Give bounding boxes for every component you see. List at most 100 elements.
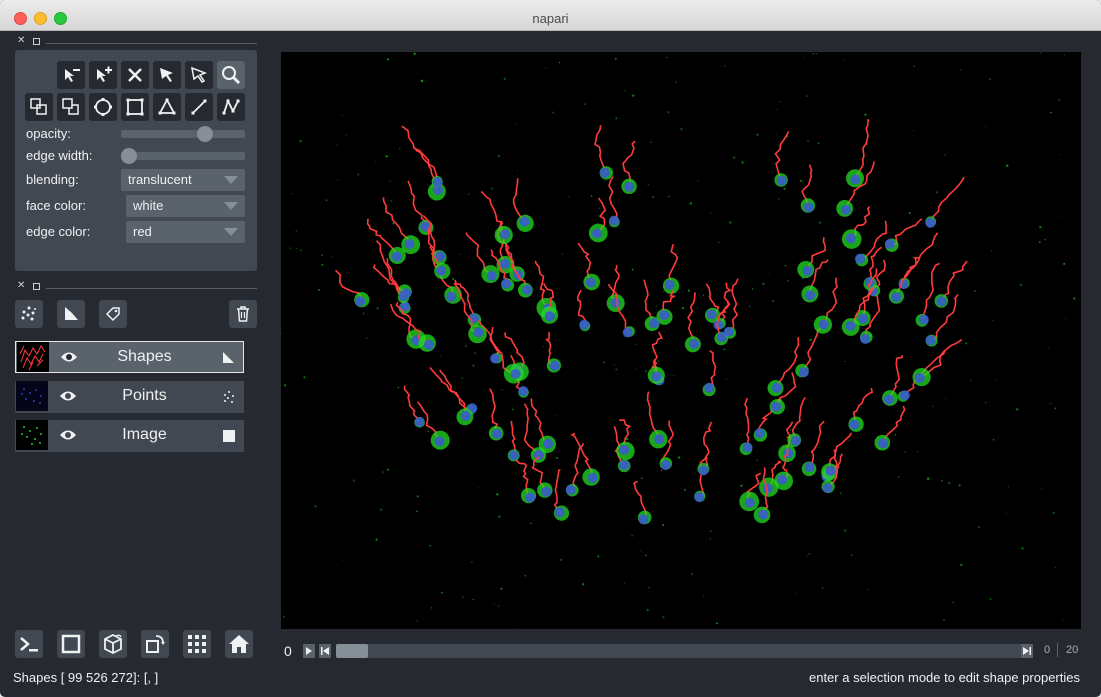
line-icon[interactable] <box>185 93 213 121</box>
point-marker <box>549 360 560 371</box>
ndisplay-button[interactable] <box>57 630 85 658</box>
remove-vertex-icon[interactable] <box>57 61 85 89</box>
console-button[interactable] <box>15 630 43 658</box>
point-marker <box>541 486 552 497</box>
point-marker <box>500 258 510 269</box>
background-speck <box>784 265 787 267</box>
visibility-eye-icon[interactable] <box>59 428 77 442</box>
dock-close-icon[interactable]: ✕ <box>17 35 25 46</box>
point-marker <box>659 310 670 321</box>
point-marker <box>723 326 734 337</box>
layer-name[interactable]: Shapes <box>86 348 203 366</box>
viewer-canvas[interactable] <box>281 52 1081 629</box>
point-marker <box>460 410 471 421</box>
dims-max-value: 20 <box>1066 644 1079 656</box>
direct-select-icon[interactable] <box>185 61 213 89</box>
edge-width-slider-handle[interactable] <box>121 148 137 164</box>
background-speck <box>303 376 306 379</box>
delete-layer-button[interactable] <box>229 300 257 328</box>
shape-path <box>594 125 608 174</box>
shape-path <box>729 278 739 334</box>
grid-view-button[interactable] <box>183 630 211 658</box>
edge-color-dropdown[interactable]: red <box>126 221 245 243</box>
point-marker <box>914 373 925 383</box>
point-marker <box>694 492 705 503</box>
dims-slider-handle[interactable] <box>336 644 368 658</box>
background-speck <box>803 55 806 58</box>
dims-slider-track[interactable] <box>336 644 1031 658</box>
path-icon[interactable] <box>217 93 245 121</box>
step-back-button[interactable] <box>319 644 331 658</box>
background-speck <box>644 370 648 373</box>
background-speck <box>472 598 475 601</box>
visibility-eye-icon[interactable] <box>59 389 77 403</box>
background-speck <box>427 430 429 433</box>
polygon-icon[interactable] <box>153 93 181 121</box>
background-speck <box>1005 513 1007 515</box>
background-speck <box>684 488 686 491</box>
move-front-icon[interactable] <box>57 93 85 121</box>
background-speck <box>1040 52 1042 54</box>
visibility-eye-icon[interactable] <box>60 350 78 364</box>
face-color-dropdown[interactable]: white <box>126 195 245 217</box>
background-speck <box>337 179 339 181</box>
blending-dropdown[interactable]: translucent <box>121 169 245 191</box>
new-shapes-layer-button[interactable] <box>57 300 85 328</box>
background-speck <box>370 240 372 242</box>
dock-float-icon[interactable] <box>33 38 40 45</box>
point-marker <box>754 428 765 439</box>
3d-view-button[interactable] <box>99 630 127 658</box>
point-marker <box>436 265 447 276</box>
point-marker <box>565 484 576 495</box>
opacity-slider-handle[interactable] <box>196 126 213 142</box>
background-speck <box>623 582 626 584</box>
background-speck <box>631 268 634 271</box>
point-marker <box>925 217 936 228</box>
image-icon <box>223 430 235 442</box>
background-speck <box>341 114 343 116</box>
background-speck <box>556 415 558 417</box>
layer-name[interactable]: Image <box>85 426 204 444</box>
move-back-icon[interactable] <box>25 93 53 121</box>
background-speck <box>392 222 395 225</box>
add-vertex-icon[interactable] <box>89 61 117 89</box>
delete-shape-icon[interactable] <box>121 61 149 89</box>
rectangle-icon[interactable] <box>121 93 149 121</box>
new-labels-layer-button[interactable] <box>99 300 127 328</box>
layer-row-image[interactable]: Image <box>15 420 244 452</box>
dock-float-icon[interactable] <box>33 283 40 290</box>
pan-zoom-icon[interactable] <box>217 61 245 89</box>
ellipse-icon[interactable] <box>89 93 117 121</box>
home-button[interactable] <box>225 630 253 658</box>
background-speck <box>345 134 348 136</box>
edge-width-slider[interactable] <box>121 148 245 164</box>
background-speck <box>749 432 751 435</box>
select-icon[interactable] <box>153 61 181 89</box>
background-speck <box>584 103 587 106</box>
point-marker <box>704 382 715 393</box>
opacity-slider[interactable] <box>121 126 245 142</box>
background-speck <box>1038 241 1041 244</box>
background-speck <box>640 549 642 552</box>
background-speck <box>429 544 432 547</box>
background-speck <box>783 187 786 190</box>
layer-row-points[interactable]: Points <box>15 381 244 413</box>
layer-name[interactable]: Points <box>85 387 204 405</box>
roll-dims-button[interactable] <box>141 630 169 658</box>
layer-row-shapes[interactable]: Shapes <box>15 341 244 373</box>
background-speck <box>645 554 647 557</box>
new-points-layer-button[interactable] <box>15 300 43 328</box>
background-speck <box>551 111 555 114</box>
background-speck <box>733 156 736 159</box>
background-speck <box>646 608 649 612</box>
background-speck <box>530 522 532 525</box>
background-speck <box>667 111 670 113</box>
step-forward-button[interactable] <box>1021 644 1033 658</box>
background-speck <box>647 586 650 589</box>
point-marker <box>622 327 633 338</box>
dims-current-value[interactable]: 0 <box>1044 644 1050 656</box>
background-speck <box>283 615 285 618</box>
play-button[interactable] <box>303 644 315 658</box>
dock-close-icon[interactable]: ✕ <box>17 280 25 291</box>
background-speck <box>944 154 946 156</box>
